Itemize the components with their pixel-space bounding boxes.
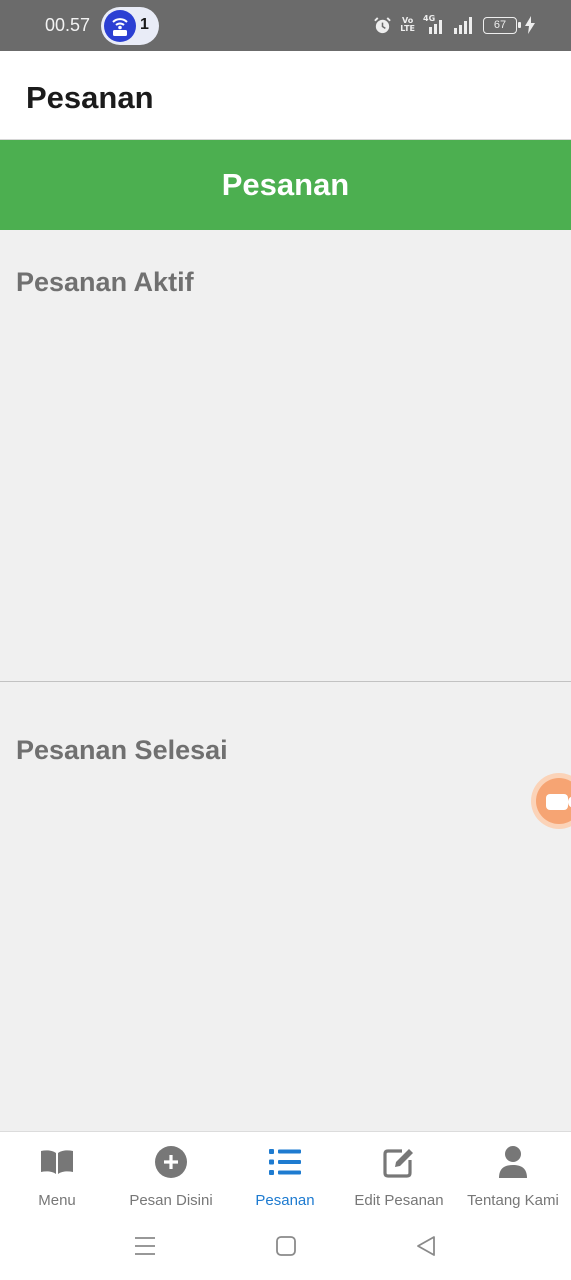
nav-label-pesan-disini: Pesan Disini xyxy=(129,1192,213,1209)
signal-icon xyxy=(454,17,472,34)
nav-item-menu[interactable]: Menu xyxy=(0,1132,114,1222)
home-icon[interactable] xyxy=(273,1233,299,1259)
floating-record-button-inner xyxy=(536,778,571,824)
battery-icon: 67 xyxy=(483,16,521,34)
back-icon[interactable] xyxy=(413,1233,439,1259)
signal-icon: 4G xyxy=(423,14,445,34)
nav-label-tentang-kami: Tentang Kami xyxy=(467,1192,559,1209)
status-time: 00.57 xyxy=(45,15,91,35)
list-icon xyxy=(268,1145,302,1179)
nav-label-edit-pesanan: Edit Pesanan xyxy=(354,1192,444,1209)
nav-item-pesanan[interactable]: Pesanan xyxy=(228,1132,342,1222)
bottom-nav: Menu Pesan Disini Pesanan Edit Pesanan T… xyxy=(0,1131,571,1221)
completed-orders-heading: Pesanan Selesai xyxy=(16,735,228,765)
nav-label-menu: Menu xyxy=(38,1192,76,1209)
app-bar: Pesanan xyxy=(0,51,571,140)
system-nav-bar xyxy=(0,1221,571,1280)
nav-item-tentang-kami[interactable]: Tentang Kami xyxy=(456,1132,570,1222)
page-title: Pesanan xyxy=(26,80,154,115)
nav-item-pesan-disini[interactable]: Pesan Disini xyxy=(114,1132,228,1222)
header-banner: Pesanan xyxy=(0,140,571,230)
volte-line2: LTE xyxy=(400,24,415,33)
charging-icon xyxy=(525,16,535,34)
video-camera-icon xyxy=(546,794,571,810)
hotspot-icon xyxy=(104,10,136,42)
edit-icon xyxy=(382,1145,416,1179)
hotspot-indicator[interactable]: 1 xyxy=(101,7,159,45)
active-orders-heading: Pesanan Aktif xyxy=(16,267,194,297)
nav-item-edit-pesanan[interactable]: Edit Pesanan xyxy=(342,1132,456,1222)
hotspot-count: 1 xyxy=(140,16,149,33)
status-icons: Vo LTE 4G 67 xyxy=(373,12,535,38)
menu-icon[interactable] xyxy=(132,1233,158,1259)
banner-title: Pesanan xyxy=(221,167,350,202)
nav-label-pesanan: Pesanan xyxy=(255,1192,315,1209)
section-divider xyxy=(0,681,571,682)
volte-icon: Vo LTE xyxy=(400,17,415,33)
floating-record-button[interactable] xyxy=(531,773,571,829)
battery-level: 67 xyxy=(493,18,507,31)
alarm-icon xyxy=(374,16,392,33)
book-icon xyxy=(40,1145,74,1179)
plus-circle-icon xyxy=(154,1145,188,1179)
status-bar: 00.57 1 Vo LTE 4G 67 xyxy=(0,0,571,51)
user-icon xyxy=(496,1145,530,1179)
